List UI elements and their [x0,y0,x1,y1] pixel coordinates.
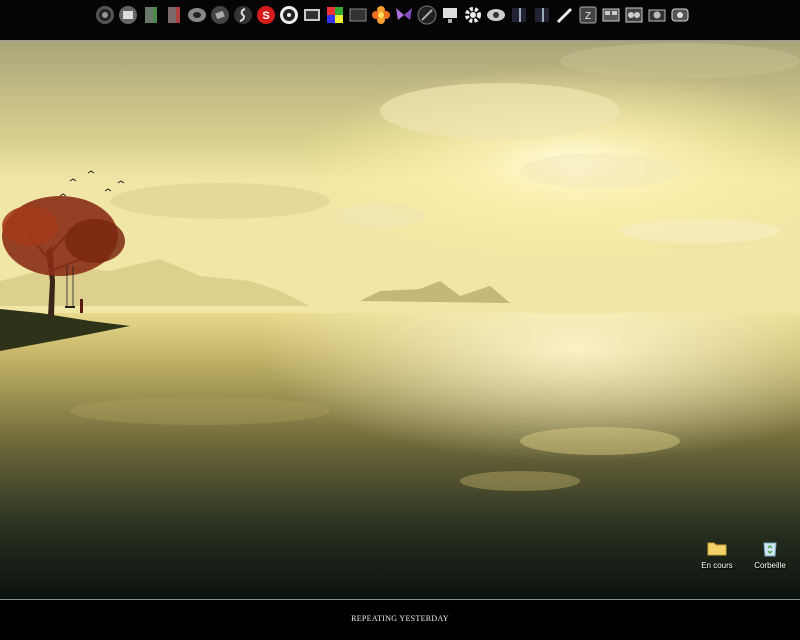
desktop-icon-label: En cours [701,561,733,570]
flash-icon[interactable] [233,4,253,26]
desktop-icon-label: Corbeille [754,561,786,570]
gear-icon[interactable] [463,4,483,26]
recycle-bin-icon [760,538,780,558]
film-icon[interactable] [302,4,322,26]
webcam-icon[interactable] [670,4,690,26]
film-reel-icon[interactable] [624,4,644,26]
butterfly-icon[interactable] [394,4,414,26]
svg-text:S: S [262,10,269,22]
media-icon[interactable] [210,4,230,26]
filezilla-icon[interactable]: Z [578,4,598,26]
wallpaper-title: REPEATING YESTERDAY [351,614,449,623]
dark-window2-icon[interactable] [532,4,552,26]
wallpaper-image [0,41,800,599]
radio-icon[interactable] [279,4,299,26]
desktop: En cours Corbeille [0,41,800,599]
flower-icon[interactable] [371,4,391,26]
camera-icon[interactable] [647,4,667,26]
terminal-icon[interactable] [348,4,368,26]
ubuntu-icon[interactable] [95,4,115,26]
dark-window-icon[interactable] [509,4,529,26]
eye-icon[interactable] [486,4,506,26]
dock-icon-row: S Z [95,4,690,26]
book-red-icon[interactable] [164,4,184,26]
top-dock: S Z [0,0,800,40]
monitor-icon[interactable] [440,4,460,26]
book-green-icon[interactable] [141,4,161,26]
disc-icon[interactable] [187,4,207,26]
pen-icon[interactable] [555,4,575,26]
desktop-icon-en-cours[interactable]: En cours [690,538,744,570]
disk-dark-icon[interactable] [417,4,437,26]
gallery-icon[interactable] [601,4,621,26]
skype-icon[interactable]: S [256,4,276,26]
colorful-icon[interactable] [325,4,345,26]
folder-icon [707,538,727,558]
svg-text:Z: Z [585,11,591,22]
desktop-icon-corbeille[interactable]: Corbeille [743,538,797,570]
window-icon[interactable] [118,4,138,26]
